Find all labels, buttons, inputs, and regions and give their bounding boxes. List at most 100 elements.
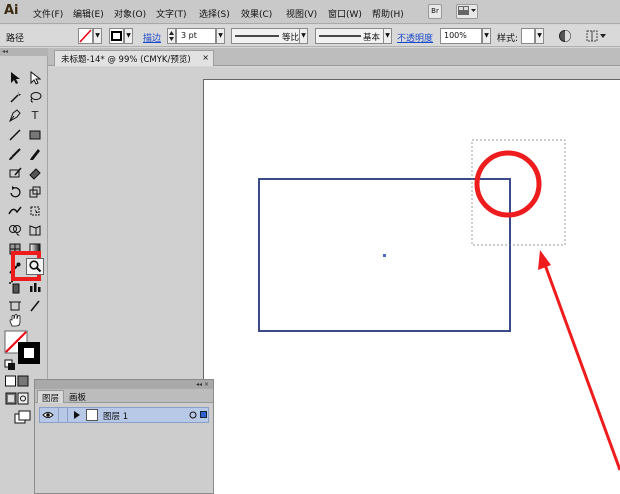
eraser-icon: [29, 168, 41, 180]
eraser-tool[interactable]: [26, 165, 44, 181]
blob-brush-tool[interactable]: [6, 165, 24, 181]
slice-tool[interactable]: [26, 298, 44, 314]
artboard[interactable]: [203, 79, 620, 494]
toolbox-collapse-grip[interactable]: ◂◂: [0, 48, 48, 56]
document-tab[interactable]: 未标题-14* @ 99% (CMYK/预览) ×: [54, 50, 214, 66]
opacity-field[interactable]: 100%: [440, 28, 482, 44]
brush-dropdown[interactable]: ▼: [383, 28, 392, 44]
stroke-dropdown-arrow[interactable]: ▼: [124, 28, 133, 44]
black-arrow-icon: [11, 72, 20, 84]
scale-tool[interactable]: [26, 184, 44, 200]
stroke-weight-dropdown[interactable]: ▼: [216, 28, 225, 44]
screen-mode-icon: [14, 410, 31, 424]
bridge-button[interactable]: Br: [428, 4, 442, 19]
brush-definition[interactable]: 基本: [315, 28, 387, 44]
document-title: 未标题-14* @ 99% (CMYK/预览): [61, 55, 191, 65]
tab-artboards[interactable]: 画板: [65, 390, 90, 403]
recolor-artwork-button[interactable]: [558, 29, 572, 43]
magic-wand-tool[interactable]: [6, 89, 24, 105]
arrange-documents-icon: [458, 6, 476, 15]
close-tab-icon[interactable]: ×: [202, 53, 209, 62]
stroke-panel-link[interactable]: 描边: [143, 31, 161, 44]
type-tool[interactable]: T: [26, 108, 44, 124]
menu-file[interactable]: 文件(F): [33, 7, 63, 20]
layers-panel: ◂◂ × 图层 画板 图层 1: [34, 379, 214, 494]
perspective-grid-tool[interactable]: [26, 222, 44, 238]
rotate-tool[interactable]: [6, 184, 24, 200]
menu-select[interactable]: 选择(S): [199, 7, 230, 20]
opacity-panel-link[interactable]: 不透明度: [397, 31, 433, 44]
expand-triangle-icon[interactable]: [74, 411, 80, 422]
stroke-swatch[interactable]: [109, 28, 124, 44]
align-grid-icon: [586, 30, 606, 42]
rotate-icon: [10, 186, 21, 198]
menu-object[interactable]: 对象(O): [114, 7, 146, 20]
line-segment-icon: [9, 129, 21, 141]
lasso-tool[interactable]: [26, 89, 44, 105]
menu-effect[interactable]: 效果(C): [241, 7, 272, 20]
column-graph-tool[interactable]: [26, 279, 44, 295]
symbol-sprayer-icon: [9, 280, 20, 294]
no-fill-icon: [79, 29, 92, 43]
free-transform-icon: [30, 206, 40, 216]
zoom-tool[interactable]: [26, 258, 44, 275]
shape-builder-tool[interactable]: [6, 222, 24, 238]
target-circle-icon[interactable]: [189, 411, 197, 422]
paintbrush-tool[interactable]: [6, 146, 24, 162]
fill-stroke-proxy[interactable]: [4, 330, 46, 370]
arrange-documents-button[interactable]: [456, 4, 478, 19]
free-transform-tool[interactable]: [26, 203, 44, 219]
blob-brush-icon: [9, 167, 22, 178]
menu-bar: Ai 文件(F) 编辑(E) 对象(O) 文字(T) 选择(S) 效果(C) 视…: [0, 0, 620, 24]
line-segment-tool[interactable]: [6, 127, 24, 143]
panel-grip[interactable]: ◂◂ ×: [35, 380, 213, 389]
profile-dropdown[interactable]: ▼: [299, 28, 308, 44]
fill-stroke-swatch-icon: [4, 330, 40, 370]
layer-lock-slot[interactable]: [58, 408, 68, 422]
color-wheel-icon: [559, 30, 571, 42]
menu-edit[interactable]: 编辑(E): [73, 7, 104, 20]
pen-tool[interactable]: [6, 108, 24, 124]
magnifier-icon: [29, 260, 42, 273]
stroke-color-icon: [111, 31, 122, 41]
opacity-dropdown[interactable]: ▼: [482, 28, 491, 44]
tab-layers[interactable]: 图层: [37, 390, 65, 404]
menu-help[interactable]: 帮助(H): [372, 7, 404, 20]
visibility-eye-icon[interactable]: [42, 410, 54, 423]
fill-swatch[interactable]: [78, 28, 93, 44]
align-options-button[interactable]: [586, 29, 608, 43]
menu-window[interactable]: 窗口(W): [328, 7, 362, 20]
magic-wand-icon: [10, 91, 21, 103]
graphic-style-swatch[interactable]: [521, 28, 535, 44]
perspective-grid-icon: [29, 225, 41, 236]
stroke-weight-stepper[interactable]: [167, 28, 176, 44]
menu-type[interactable]: 文字(T): [156, 7, 187, 20]
layer-row[interactable]: 图层 1: [39, 407, 209, 423]
screen-mode-button[interactable]: [14, 410, 32, 424]
menu-view[interactable]: 视图(V): [286, 7, 317, 20]
app-logo: Ai: [4, 3, 19, 18]
layer-name[interactable]: 图层 1: [103, 410, 128, 422]
draw-mode-icons: [5, 392, 29, 405]
warp-icon: [8, 206, 22, 215]
selection-type-label: 路径: [6, 34, 25, 44]
rectangle-tool[interactable]: [26, 127, 44, 143]
fill-dropdown-arrow[interactable]: ▼: [93, 28, 102, 44]
stroke-weight-field[interactable]: 3 pt: [176, 28, 216, 44]
pencil-tool[interactable]: [26, 146, 44, 162]
symbol-sprayer-tool[interactable]: [6, 279, 24, 295]
pen-icon: [9, 109, 21, 123]
graphic-style-dropdown[interactable]: ▼: [535, 28, 544, 44]
control-bar: 路径 ▼ ▼ 描边 3 pt ▼ 等比 ▼ 基本 ▼ 不透明度 100% ▼ 样…: [0, 25, 620, 47]
selection-tool[interactable]: [6, 70, 24, 86]
hand-tool[interactable]: [6, 312, 24, 328]
paintbrush-icon: [9, 148, 21, 160]
layers-panel-tabs: 图层 画板: [35, 389, 213, 404]
style-label: 样式:: [497, 34, 519, 44]
scale-icon: [29, 186, 41, 198]
variable-width-profile[interactable]: 等比: [231, 28, 308, 44]
warp-tool[interactable]: [6, 203, 24, 219]
hand-icon: [9, 314, 21, 327]
direct-selection-tool[interactable]: [26, 70, 44, 86]
drawing-mode-buttons[interactable]: [5, 392, 29, 406]
